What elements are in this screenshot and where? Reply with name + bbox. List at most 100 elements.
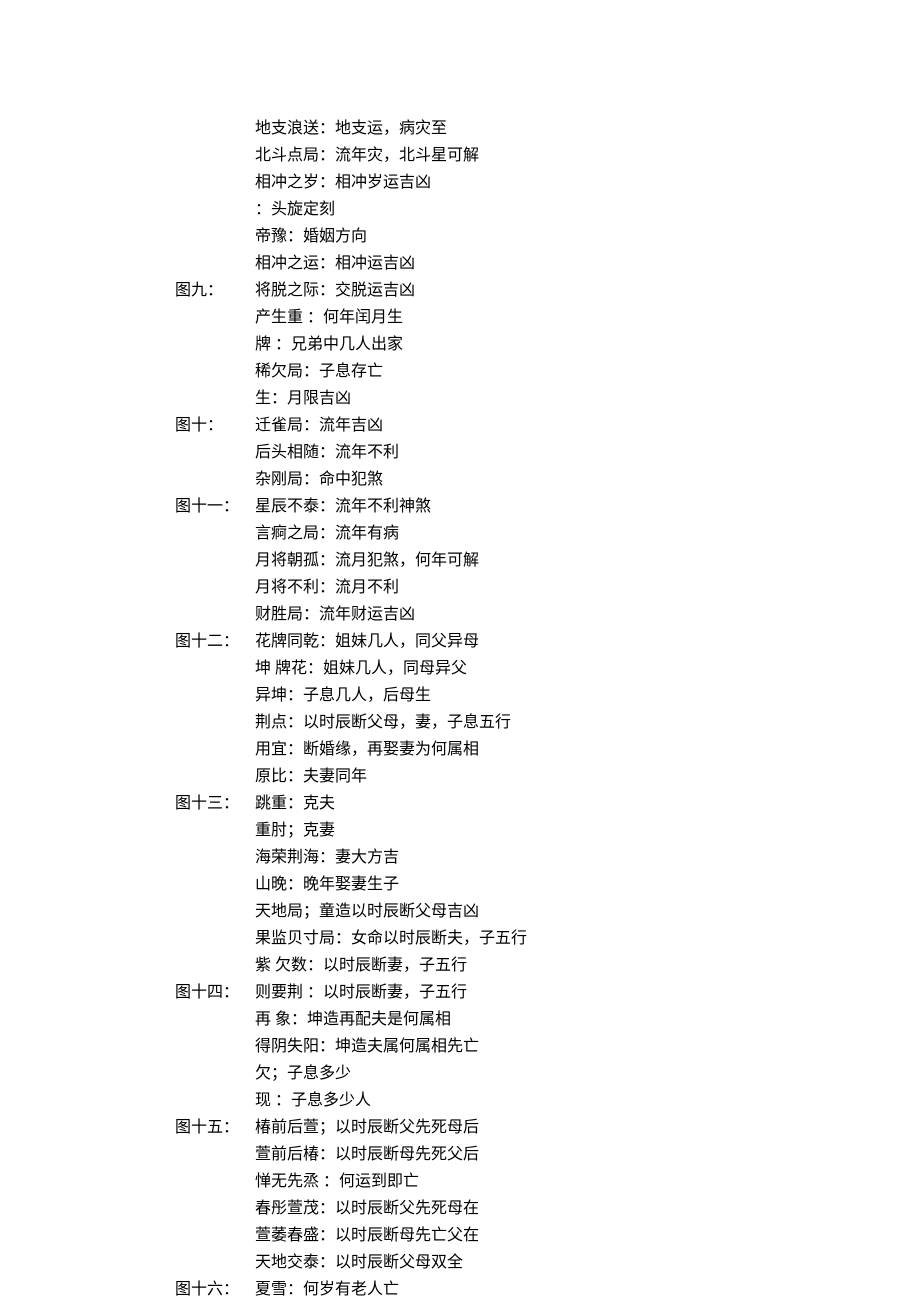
section-label [175,196,255,223]
section-label [175,871,255,898]
text-row: 欠；子息多少 [175,1060,920,1087]
text-row: 春彤萱茂：以时辰断父先死母在 [175,1195,920,1222]
entry-text: 紫 欠数：以时辰断妻，子五行 [255,952,467,979]
text-row: 萱萎春盛：以时辰断母先亡父在 [175,1222,920,1249]
entry-text: 地支浪送：地支运，病灾至 [255,115,447,142]
section-label [175,304,255,331]
section-label [175,574,255,601]
section-label [175,439,255,466]
entry-text: 则要荆 ：以时辰断妻，子五行 [255,979,467,1006]
text-row: 天地交泰：以时辰断父母双全 [175,1249,920,1276]
text-row: 图十六：夏雪：何岁有老人亡 [175,1276,920,1303]
entry-text: 重肘；克妻 [255,817,335,844]
text-row: 后头相随：流年不利 [175,439,920,466]
entry-text: 杂刚局：命中犯煞 [255,466,383,493]
text-row: 现 ：子息多少人 [175,1087,920,1114]
entry-text: 将脱之际：交脱运吉凶 [255,277,415,304]
text-row: 图十五：椿前后萱；以时辰断父先死母后 [175,1114,920,1141]
section-label [175,952,255,979]
entry-text: 萱萎春盛：以时辰断母先亡父在 [255,1222,479,1249]
entry-text: 得阴失阳：坤造夫属何属相先亡 [255,1033,479,1060]
entry-text: 夏雪：何岁有老人亡 [255,1276,399,1303]
entry-text: 现 ：子息多少人 [255,1087,371,1114]
entry-text: 相冲之运：相冲运吉凶 [255,250,415,277]
section-label [175,655,255,682]
text-row: 异坤：子息几人，后母生 [175,682,920,709]
section-label [175,1141,255,1168]
entry-text: 财胜局：流年财运吉凶 [255,601,415,628]
entry-text: 后头相随：流年不利 [255,439,399,466]
section-label [175,466,255,493]
section-label [175,1033,255,1060]
text-row: 紫 欠数：以时辰断妻，子五行 [175,952,920,979]
section-label [175,844,255,871]
section-label [175,709,255,736]
entry-text: ：头旋定刻 [255,196,335,223]
text-row: ：头旋定刻 [175,196,920,223]
text-row: 帝豫：婚姻方向 [175,223,920,250]
section-label: 图十六： [175,1276,255,1303]
section-label [175,1060,255,1087]
section-label [175,682,255,709]
entry-text: 产生重 ：何年闰月生 [255,304,403,331]
entry-text: 天地局；童造以时辰断父母吉凶 [255,898,479,925]
section-label: 图十五： [175,1114,255,1141]
entry-text: 惮无先烝 ：何运到即亡 [255,1168,419,1195]
text-row: 言痾之局：流年有病 [175,520,920,547]
section-label [175,358,255,385]
text-row: 得阴失阳：坤造夫属何属相先亡 [175,1033,920,1060]
section-label [175,142,255,169]
entry-text: 花牌同乾：姐妹几人，同父异母 [255,628,479,655]
text-row: 相冲之岁：相冲岁运吉凶 [175,169,920,196]
text-row: 果监贝寸局：女命以时辰断夫，子五行 [175,925,920,952]
entry-text: 天地交泰：以时辰断父母双全 [255,1249,463,1276]
text-row: 原比：夫妻同年 [175,763,920,790]
section-label [175,520,255,547]
section-label [175,1168,255,1195]
text-row: 天地局；童造以时辰断父母吉凶 [175,898,920,925]
text-row: 财胜局：流年财运吉凶 [175,601,920,628]
text-row: 山晚：晚年娶妻生子 [175,871,920,898]
entry-text: 欠；子息多少 [255,1060,351,1087]
entry-text: 荆点：以时辰断父母，妻，子息五行 [255,709,511,736]
entry-text: 再 象：坤造再配夫是何属相 [255,1006,451,1033]
entry-text: 月将朝孤：流月犯煞，何年可解 [255,547,479,574]
section-label: 图十二： [175,628,255,655]
section-label [175,169,255,196]
section-label [175,385,255,412]
text-row: 图十三：跳重：克夫 [175,790,920,817]
section-label [175,817,255,844]
entry-text: 海荣荆海：妻大方吉 [255,844,399,871]
entry-text: 异坤：子息几人，后母生 [255,682,431,709]
document-page: 地支浪送：地支运，病灾至北斗点局：流年灾，北斗星可解相冲之岁：相冲岁运吉凶：头旋… [0,0,920,1303]
entry-text: 坤 牌花：姐妹几人，同母异父 [255,655,467,682]
entry-text: 椿前后萱；以时辰断父先死母后 [255,1114,479,1141]
section-label [175,547,255,574]
text-row: 图十二：花牌同乾：姐妹几人，同父异母 [175,628,920,655]
text-row: 北斗点局：流年灾，北斗星可解 [175,142,920,169]
entry-text: 春彤萱茂：以时辰断父先死母在 [255,1195,479,1222]
entry-text: 果监贝寸局：女命以时辰断夫，子五行 [255,925,527,952]
section-label [175,1195,255,1222]
entry-text: 帝豫：婚姻方向 [255,223,367,250]
text-row: 生：月限吉凶 [175,385,920,412]
entry-text: 萱前后椿：以时辰断母先死父后 [255,1141,479,1168]
text-row: 稀欠局：子息存亡 [175,358,920,385]
section-label [175,1249,255,1276]
entry-text: 星辰不泰：流年不利神煞 [255,493,431,520]
entry-text: 牌 ：兄弟中几人出家 [255,331,403,358]
entry-text: 稀欠局：子息存亡 [255,358,383,385]
entry-text: 月将不利：流月不利 [255,574,399,601]
entry-text: 跳重：克夫 [255,790,335,817]
entry-text: 北斗点局：流年灾，北斗星可解 [255,142,479,169]
entry-text: 用宜：断婚缘，再娶妻为何属相 [255,736,479,763]
section-label: 图十一： [175,493,255,520]
text-row: 相冲之运：相冲运吉凶 [175,250,920,277]
section-label [175,250,255,277]
entry-text: 生：月限吉凶 [255,385,351,412]
text-row: 月将不利：流月不利 [175,574,920,601]
entry-text: 迁雀局：流年吉凶 [255,412,383,439]
section-label: 图十四： [175,979,255,1006]
text-row: 再 象：坤造再配夫是何属相 [175,1006,920,1033]
section-label: 图十三： [175,790,255,817]
